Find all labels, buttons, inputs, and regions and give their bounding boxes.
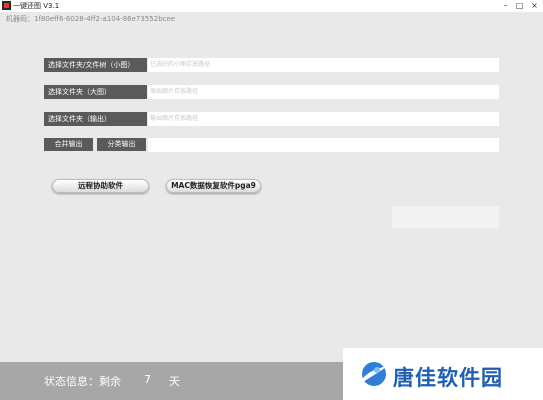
remaining-days: 7 — [144, 373, 151, 386]
output-mode-field[interactable] — [148, 138, 499, 152]
remote-assist-button[interactable]: 远程协助软件 — [52, 179, 149, 193]
select-output-folder-button[interactable]: 选择文件夹（输出） — [44, 112, 147, 126]
select-small-folder-button[interactable]: 选择文件夹/文件树（小图） — [44, 58, 147, 72]
classify-output-button[interactable]: 分类输出 — [97, 138, 146, 151]
preview-panel — [392, 206, 499, 228]
select-large-folder-button[interactable]: 选择文件夹（大图） — [44, 85, 147, 99]
minimize-button[interactable]: – — [499, 0, 512, 11]
title-bar: 一键还图 V3.1 – □ × — [0, 0, 543, 12]
app-window: 一键还图 V3.1 – □ × 机器码：1f80eff6-6028-4ff2-a… — [0, 0, 543, 400]
maximize-button[interactable]: □ — [513, 0, 526, 11]
merge-output-button[interactable]: 合并输出 — [44, 138, 93, 151]
days-unit: 天 — [169, 375, 180, 388]
output-folder-path-input[interactable]: 输出图片存放路径 — [148, 112, 499, 126]
close-button[interactable]: × — [528, 0, 541, 11]
watermark-logo-icon — [362, 362, 387, 386]
watermark-text: 唐佳软件园 — [393, 366, 503, 390]
machine-code: 机器码：1f80eff6-6028-4ff2-a104-86e73552bcee — [6, 15, 176, 23]
status-label: 状态信息：剩余 — [44, 375, 121, 388]
large-folder-path-input[interactable]: 原始图片存放路径 — [148, 85, 499, 99]
small-folder-path-input[interactable]: 已选好的小图存放路径 — [148, 58, 499, 72]
app-icon — [2, 1, 11, 10]
window-title: 一键还图 V3.1 — [13, 2, 60, 10]
mac-recovery-button[interactable]: MAC数据恢复软件pga9 — [166, 179, 261, 193]
